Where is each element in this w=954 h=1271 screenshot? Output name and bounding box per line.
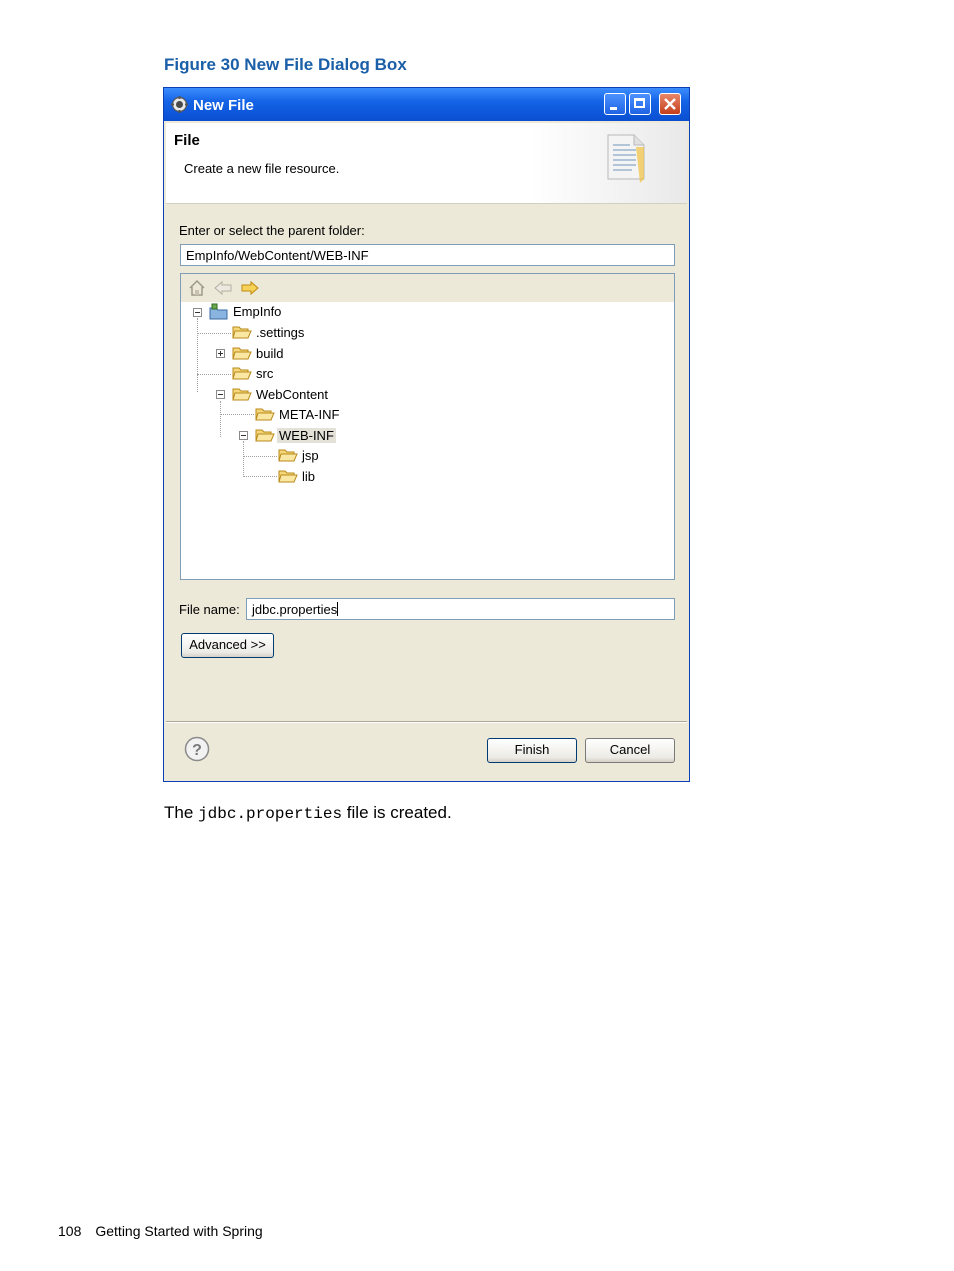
tree-item-label: src — [256, 366, 274, 381]
page-footer: 108 Getting Started with Spring — [58, 1223, 263, 1239]
collapse-empinfo-toggle[interactable] — [193, 308, 202, 317]
svg-text:?: ? — [192, 742, 202, 759]
text-cursor — [337, 602, 339, 616]
body-text-before: The — [164, 803, 194, 822]
folder-icon — [278, 449, 298, 462]
file-name-input[interactable]: jdbc.properties — [246, 598, 675, 620]
tree-item-label: WebContent — [256, 387, 329, 402]
folder-icon — [232, 388, 252, 401]
code-filename: jdbc.properties — [198, 805, 343, 823]
tree-item-label: META-INF — [279, 407, 340, 422]
close-button[interactable] — [659, 93, 681, 115]
forward-arrow-icon[interactable] — [241, 280, 259, 296]
button-bar-separator — [166, 721, 687, 723]
header-title: File — [174, 132, 200, 149]
body-paragraph: The jdbc.properties file is created. — [164, 803, 452, 823]
header-description: Create a new file resource. — [184, 161, 340, 176]
file-name-value: jdbc.properties — [252, 602, 338, 617]
tree-item-label: lib — [302, 469, 316, 484]
finish-button[interactable]: Finish — [487, 738, 577, 763]
close-icon — [664, 98, 676, 110]
folder-tree[interactable]: EmpInfo .settings build src WebContent M… — [180, 273, 675, 580]
figure-caption: Figure 30 New File Dialog Box — [164, 55, 407, 74]
new-file-dialog: New File File Create a new file resource… — [163, 87, 690, 782]
parent-folder-input[interactable]: EmpInfo/WebContent/WEB-INF — [180, 244, 675, 266]
body-text-after: file is created. — [346, 803, 452, 822]
tree-item-label: WEB-INF — [277, 428, 336, 443]
tree-item-label: EmpInfo — [233, 304, 282, 319]
tree-toolbar — [181, 274, 674, 302]
tree-item-label: build — [256, 346, 284, 361]
folder-icon — [232, 347, 252, 360]
dialog-title: New File — [193, 97, 254, 114]
expand-build-toggle[interactable] — [216, 349, 225, 358]
dialog-titlebar[interactable]: New File — [164, 88, 689, 121]
footer-title: Getting Started with Spring — [95, 1223, 263, 1239]
parent-folder-label: Enter or select the parent folder: — [179, 223, 365, 238]
wizard-header: File Create a new file resource. — [166, 123, 687, 204]
folder-icon — [232, 367, 252, 380]
project-icon — [209, 303, 228, 320]
home-icon[interactable] — [188, 279, 206, 297]
eclipse-gear-icon — [171, 96, 188, 113]
back-arrow-icon[interactable] — [214, 280, 232, 296]
new-file-wizard-icon — [607, 134, 645, 183]
cancel-button[interactable]: Cancel — [585, 738, 675, 763]
minimize-button[interactable] — [604, 93, 626, 115]
folder-icon — [232, 326, 252, 339]
page-number: 108 — [58, 1223, 82, 1239]
collapse-webcontent-toggle[interactable] — [216, 390, 225, 399]
folder-icon — [278, 470, 298, 483]
tree-item-label: .settings — [256, 325, 305, 340]
advanced-button[interactable]: Advanced >> — [181, 633, 274, 658]
folder-icon — [255, 429, 275, 442]
collapse-webinf-toggle[interactable] — [239, 431, 248, 440]
file-name-label: File name: — [179, 602, 240, 617]
folder-icon — [255, 408, 275, 421]
help-icon[interactable]: ? — [184, 736, 210, 762]
maximize-button[interactable] — [629, 93, 651, 115]
tree-item-label: jsp — [302, 448, 319, 463]
